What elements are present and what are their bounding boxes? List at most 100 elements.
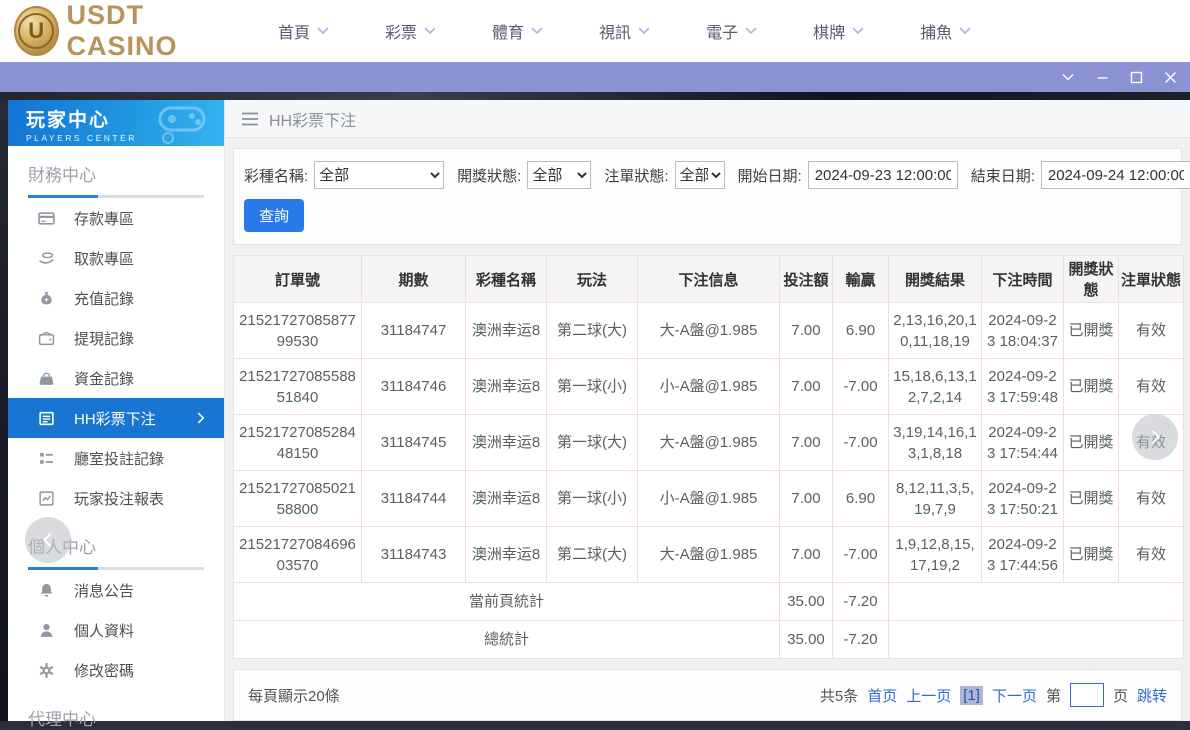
report-icon xyxy=(38,490,55,507)
sidebar-item-玩家投注報表[interactable]: 玩家投注報表 xyxy=(8,478,224,518)
logo[interactable]: U USDT CASINO xyxy=(0,0,240,62)
cell-order-no: 2152172708502158800 xyxy=(234,471,362,527)
cell-bet-time: 2024-09-23 17:54:44 xyxy=(982,415,1064,471)
col-header-order-status: 注單狀態 xyxy=(1119,256,1184,303)
cell-draw-status: 已開獎 xyxy=(1064,527,1119,583)
purse-icon xyxy=(38,370,55,387)
cell-period: 31184746 xyxy=(362,359,466,415)
withdraw-hand-icon xyxy=(38,250,55,267)
first-page-link[interactable]: 首页 xyxy=(867,685,897,706)
chevron-right-icon xyxy=(194,411,208,425)
bets-table-wrap: 訂單號期數彩種名稱玩法下注信息投注額輸贏開獎結果下注時間開獎狀態注單狀態 215… xyxy=(233,255,1182,659)
sidebar-item-label: 玩家投注報表 xyxy=(74,488,164,509)
cell-order-status: 有效 xyxy=(1119,471,1184,527)
sidebar-item-label: 消息公告 xyxy=(74,580,134,601)
nav-item-label: 棋牌 xyxy=(813,19,845,43)
table-row-1: 215217270855885184031184746澳洲幸运8第一球(小)小-… xyxy=(234,359,1184,415)
jump-page-input[interactable] xyxy=(1070,683,1104,707)
sidebar-item-消息公告[interactable]: 消息公告 xyxy=(8,570,224,610)
sidebar-item-HH彩票下注[interactable]: HH彩票下注 xyxy=(8,398,224,438)
breadcrumb: HH彩票下注 xyxy=(225,100,1190,138)
jump-prefix-label: 第 xyxy=(1046,685,1061,706)
summary-label: 總統計 xyxy=(234,621,780,659)
cell-period: 31184747 xyxy=(362,303,466,359)
nav-item-4[interactable]: 電子 xyxy=(706,19,757,43)
sidebar-item-label: 提現記錄 xyxy=(74,328,134,349)
jump-button[interactable]: 跳转 xyxy=(1137,685,1167,706)
hamburger-menu-icon[interactable] xyxy=(241,112,259,126)
cell-draw-result: 15,18,6,13,12,7,2,14 xyxy=(889,359,982,415)
close-icon[interactable] xyxy=(1162,69,1178,85)
cell-bet-amount: 7.00 xyxy=(780,303,833,359)
cell-bet-amount: 7.00 xyxy=(780,527,833,583)
sidebar-item-取款專區[interactable]: 取款專區 xyxy=(8,238,224,278)
sidebar-item-廳室投註記錄[interactable]: 廳室投註記錄 xyxy=(8,438,224,478)
draw-status-select[interactable]: 全部 xyxy=(527,161,591,189)
maximize-icon[interactable] xyxy=(1128,69,1144,85)
chevron-left-icon xyxy=(40,532,56,548)
sidebar-item-提現記錄[interactable]: 提現記錄 xyxy=(8,318,224,358)
col-header-win-loss: 輸贏 xyxy=(833,256,889,303)
app-window: 玩家中心 PLAYERS CENTER 財務中心存款專區取款專區充值記錄提現記錄… xyxy=(8,100,1190,721)
nav-item-5[interactable]: 棋牌 xyxy=(813,19,864,43)
bell-icon xyxy=(38,582,55,599)
cell-bet-info: 小-A盤@1.985 xyxy=(638,471,780,527)
cell-draw-status: 已開獎 xyxy=(1064,303,1119,359)
top-bar: U USDT CASINO 首頁 彩票 體育 視訊 電子 棋牌 捕魚 xyxy=(0,0,1190,62)
pagination-bar: 每頁顯示20條 共5条 首页 上一页 [1] 下一页 第 页 跳转 xyxy=(233,669,1182,721)
cell-lottery-name: 澳洲幸运8 xyxy=(466,471,547,527)
sidebar-item-label: HH彩票下注 xyxy=(74,408,156,429)
page-size-text: 每頁顯示20條 xyxy=(248,685,340,706)
cell-draw-status: 已開獎 xyxy=(1064,471,1119,527)
next-page-link[interactable]: 下一页 xyxy=(992,685,1037,706)
cell-bet-time: 2024-09-23 17:44:56 xyxy=(982,527,1064,583)
sidebar-collapse-button[interactable] xyxy=(25,517,71,563)
gear-icon xyxy=(38,662,55,679)
section-divider xyxy=(28,567,204,570)
cell-bet-time: 2024-09-23 17:59:48 xyxy=(982,359,1064,415)
cell-draw-status: 已開獎 xyxy=(1064,359,1119,415)
nav-item-1[interactable]: 彩票 xyxy=(385,19,436,43)
prev-page-link[interactable]: 上一页 xyxy=(906,685,951,706)
col-header-order-no: 訂單號 xyxy=(234,256,362,303)
sidebar-item-修改密碼[interactable]: 修改密碼 xyxy=(8,650,224,690)
search-button[interactable]: 查詢 xyxy=(244,199,304,232)
cell-bet-amount: 7.00 xyxy=(780,471,833,527)
sidebar-item-存款專區[interactable]: 存款專區 xyxy=(8,198,224,238)
cell-draw-result: 8,12,11,3,5,19,7,9 xyxy=(889,471,982,527)
sidebar-item-label: 存款專區 xyxy=(74,208,134,229)
sidebar-item-個人資料[interactable]: 個人資料 xyxy=(8,610,224,650)
sidebar-item-label: 個人資料 xyxy=(74,620,134,641)
order-status-select[interactable]: 全部 xyxy=(675,161,725,189)
nav-item-3[interactable]: 視訊 xyxy=(599,19,650,43)
minimize-icon[interactable] xyxy=(1094,69,1110,85)
start-date-label: 開始日期: xyxy=(738,165,802,186)
table-row-0: 215217270858779953031184747澳洲幸运8第二球(大)大-… xyxy=(234,303,1184,359)
cell-draw-result: 2,13,16,20,10,11,18,19 xyxy=(889,303,982,359)
lottery-name-select[interactable]: 全部 xyxy=(314,161,444,189)
main-nav: 首頁 彩票 體育 視訊 電子 棋牌 捕魚 xyxy=(278,19,971,43)
sidebar-item-充值記錄[interactable]: 充值記錄 xyxy=(8,278,224,318)
deposit-card-icon xyxy=(38,210,55,227)
order-status-label: 注單狀態: xyxy=(604,165,668,186)
nav-item-label: 視訊 xyxy=(599,19,631,43)
collapse-window-icon[interactable] xyxy=(1060,69,1076,85)
nav-item-label: 體育 xyxy=(492,19,524,43)
start-date-input[interactable] xyxy=(808,161,958,189)
sidebar-item-資金記錄[interactable]: 資金記錄 xyxy=(8,358,224,398)
chevron-down-icon xyxy=(959,27,971,35)
sidebar-item-label: 充值記錄 xyxy=(74,288,134,309)
nav-item-0[interactable]: 首頁 xyxy=(278,19,329,43)
col-header-bet-info: 下注信息 xyxy=(638,256,780,303)
table-header-row: 訂單號期數彩種名稱玩法下注信息投注額輸贏開獎結果下注時間開獎狀態注單狀態 xyxy=(234,256,1184,303)
chevron-down-icon xyxy=(745,27,757,35)
scroll-right-button[interactable] xyxy=(1132,414,1178,460)
content: 彩種名稱: 全部 開獎狀態: 全部 注單狀態: xyxy=(225,138,1190,721)
nav-item-6[interactable]: 捕魚 xyxy=(920,19,971,43)
cell-bet-info: 小-A盤@1.985 xyxy=(638,359,780,415)
chevron-right-icon xyxy=(1147,429,1163,445)
nav-item-2[interactable]: 體育 xyxy=(492,19,543,43)
end-date-input[interactable] xyxy=(1041,161,1190,189)
window-frame-strip xyxy=(0,92,1190,100)
table-row-4: 215217270846960357031184743澳洲幸运8第二球(大)大-… xyxy=(234,527,1184,583)
